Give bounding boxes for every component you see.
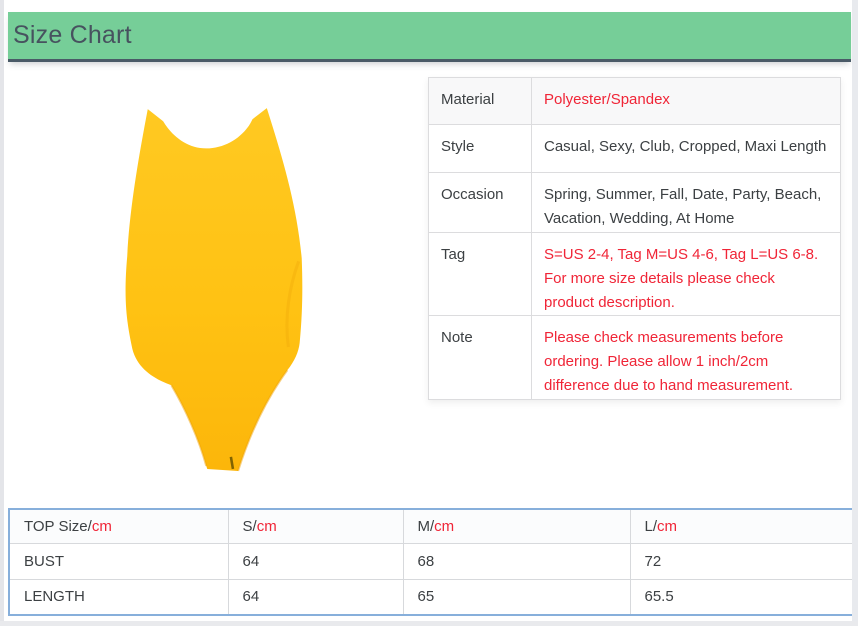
details-value: Casual, Sexy, Club, Cropped, Maxi Length	[532, 125, 840, 172]
details-row-style: Style Casual, Sexy, Club, Cropped, Maxi …	[429, 125, 840, 173]
size-col-header-l: L/cm	[630, 509, 853, 543]
page-edge-bottom	[0, 621, 858, 626]
details-value: S=US 2-4, Tag M=US 4-6, Tag L=US 6-8. Fo…	[532, 233, 840, 315]
size-row-label: BUST	[9, 543, 228, 579]
size-row-label: LENGTH	[9, 579, 228, 615]
size-table: TOP Size/cm S/cm M/cm L/cm BUST 64 68 72	[8, 508, 854, 616]
size-col-header-s: S/cm	[228, 509, 403, 543]
size-cell: 64	[228, 543, 403, 579]
size-row-bust: BUST 64 68 72	[9, 543, 853, 579]
details-label: Note	[429, 316, 532, 399]
product-image	[118, 95, 313, 473]
details-label: Occasion	[429, 173, 532, 232]
details-label: Material	[429, 78, 532, 124]
details-value: Spring, Summer, Fall, Date, Party, Beach…	[532, 173, 840, 232]
size-chart-page: Size Chart Material Polyester/Sp	[0, 0, 858, 626]
size-cell: 65	[403, 579, 630, 615]
details-row-material: Material Polyester/Spandex	[429, 78, 840, 125]
details-row-tag: Tag S=US 2-4, Tag M=US 4-6, Tag L=US 6-8…	[429, 233, 840, 316]
size-cell: 72	[630, 543, 853, 579]
size-col-header-m: M/cm	[403, 509, 630, 543]
size-row-length: LENGTH 64 65 65.5	[9, 579, 853, 615]
details-value: Please check measurements before orderin…	[532, 316, 840, 399]
details-row-note: Note Please check measurements before or…	[429, 316, 840, 399]
size-col-header-top-size: TOP Size/cm	[9, 509, 228, 543]
page-edge-right	[852, 0, 858, 626]
size-table-header-row: TOP Size/cm S/cm M/cm L/cm	[9, 509, 853, 543]
page-header: Size Chart	[8, 12, 851, 62]
product-details-table: Material Polyester/Spandex Style Casual,…	[428, 77, 841, 400]
details-label: Style	[429, 125, 532, 172]
details-row-occasion: Occasion Spring, Summer, Fall, Date, Par…	[429, 173, 840, 233]
size-cell: 68	[403, 543, 630, 579]
details-value: Polyester/Spandex	[532, 78, 840, 124]
yellow-bodysuit-graphic	[118, 95, 313, 473]
page-title: Size Chart	[8, 21, 132, 50]
size-cell: 65.5	[630, 579, 853, 615]
details-label: Tag	[429, 233, 532, 315]
page-edge-left	[0, 0, 4, 626]
size-cell: 64	[228, 579, 403, 615]
